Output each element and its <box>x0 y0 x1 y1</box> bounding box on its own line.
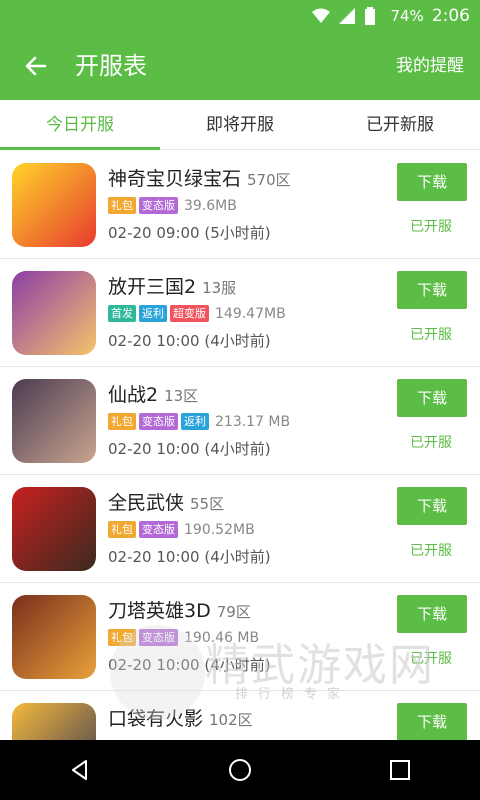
server-number: 570区 <box>247 171 291 189</box>
feature-tag: 返利 <box>139 305 167 322</box>
game-name: 仙战2 13区 <box>108 381 198 410</box>
tag-group: 礼包 变态版 39.6MB <box>108 197 237 214</box>
open-time: 02-20 10:00 (4小时前) <box>108 656 271 674</box>
game-title: 神奇宝贝绿宝石 <box>108 168 242 190</box>
game-title: 口袋有火影 <box>108 708 204 730</box>
my-reminders-button[interactable]: 我的提醒 <box>396 54 464 78</box>
server-number: 79区 <box>216 603 251 621</box>
server-number: 55区 <box>190 495 225 513</box>
download-button[interactable]: 下载 <box>397 595 467 633</box>
game-row[interactable]: 口袋有火影 102区 下载 <box>0 691 480 740</box>
game-row[interactable]: 放开三国2 13服首发 返利 超变版 149.47MB 02-20 10:00 (4小时前… <box>0 259 480 367</box>
game-icon[interactable] <box>12 271 96 355</box>
server-number: 102区 <box>209 711 253 729</box>
open-time: 02-20 09:00 (5小时前) <box>108 224 271 242</box>
download-button[interactable]: 下载 <box>397 487 467 525</box>
circle-home-icon <box>229 759 251 781</box>
download-button[interactable]: 下载 <box>397 163 467 201</box>
tag-group: 首发 返利 超变版 149.47MB <box>108 305 286 322</box>
feature-tag: 首发 <box>108 305 136 322</box>
signal-icon <box>338 7 356 25</box>
game-icon[interactable] <box>12 379 96 463</box>
game-icon[interactable] <box>12 595 96 679</box>
server-status: 已开服 <box>410 327 452 343</box>
open-time: 02-20 10:00 (4小时前) <box>108 548 271 566</box>
feature-tag: 礼包 <box>108 629 136 646</box>
game-name: 口袋有火影 102区 <box>108 705 253 734</box>
clock: 2:06 <box>431 6 470 26</box>
arrow-left-icon <box>25 56 47 76</box>
feature-tag: 变态版 <box>139 197 178 214</box>
game-title: 仙战2 <box>108 384 159 406</box>
feature-tag: 变态版 <box>139 521 178 538</box>
app-bar: 开服表 我的提醒 <box>0 32 480 100</box>
file-size: 190.52MB <box>184 521 255 538</box>
game-row[interactable]: 刀塔英雄3D 79区礼包 变态版 190.46 MB 02-20 10:00 (4小时前… <box>0 583 480 691</box>
system-nav-bar <box>0 740 480 800</box>
game-icon[interactable] <box>12 487 96 571</box>
page-title: 开服表 <box>75 52 147 80</box>
game-row[interactable]: 神奇宝贝绿宝石 570区礼包 变态版 39.6MB 02-20 09:00 (5小时前)… <box>0 151 480 259</box>
feature-tag: 返利 <box>181 413 209 430</box>
server-status: 已开服 <box>410 219 452 235</box>
game-title: 刀塔英雄3D <box>108 600 211 622</box>
tag-group: 礼包 变态版 返利 213.17 MB <box>108 413 290 430</box>
download-button[interactable]: 下载 <box>397 703 467 740</box>
open-time: 02-20 10:00 (4小时前) <box>108 440 271 458</box>
server-number: 13服 <box>202 279 237 297</box>
game-icon[interactable] <box>12 163 96 247</box>
tab-upcoming-open[interactable]: 即将开服 <box>160 100 320 149</box>
file-size: 213.17 MB <box>215 413 291 430</box>
game-row[interactable]: 仙战2 13区礼包 变态版 返利 213.17 MB 02-20 10:00 (4小时前)… <box>0 367 480 475</box>
tag-group: 礼包 变态版 190.52MB <box>108 521 255 538</box>
square-recents-icon <box>390 760 410 780</box>
nav-back-button[interactable] <box>50 740 110 800</box>
tab-bar: 今日开服 即将开服 已开新服 <box>0 100 480 150</box>
back-button[interactable] <box>20 50 52 82</box>
game-title: 放开三国2 <box>108 276 197 298</box>
tab-new-opened[interactable]: 已开新服 <box>320 100 480 149</box>
server-status: 已开服 <box>410 543 452 559</box>
game-name: 神奇宝贝绿宝石 570区 <box>108 165 291 194</box>
nav-recents-button[interactable] <box>370 740 430 800</box>
game-icon[interactable] <box>12 703 96 740</box>
feature-tag: 变态版 <box>139 413 178 430</box>
tag-group: 礼包 变态版 190.46 MB <box>108 629 259 646</box>
tab-today-open[interactable]: 今日开服 <box>0 100 160 150</box>
status-bar: 74% 2:06 <box>0 0 480 32</box>
nav-home-button[interactable] <box>210 740 270 800</box>
feature-tag: 礼包 <box>108 413 136 430</box>
download-button[interactable]: 下载 <box>397 271 467 309</box>
feature-tag: 礼包 <box>108 521 136 538</box>
server-status: 已开服 <box>410 651 452 667</box>
feature-tag: 礼包 <box>108 197 136 214</box>
file-size: 190.46 MB <box>184 629 260 646</box>
game-name: 刀塔英雄3D 79区 <box>108 597 251 626</box>
file-size: 149.47MB <box>215 305 286 322</box>
download-button[interactable]: 下载 <box>397 379 467 417</box>
triangle-back-icon <box>72 760 87 780</box>
game-title: 全民武侠 <box>108 492 185 514</box>
game-row[interactable]: 全民武侠 55区礼包 变态版 190.52MB 02-20 10:00 (4小时前) 下载… <box>0 475 480 583</box>
feature-tag: 变态版 <box>139 629 178 646</box>
open-time: 02-20 10:00 (4小时前) <box>108 332 271 350</box>
game-name: 放开三国2 13服 <box>108 273 236 302</box>
server-number: 13区 <box>164 387 199 405</box>
battery-percent: 74% <box>390 7 424 25</box>
server-list: 神奇宝贝绿宝石 570区 礼包 变态版 39.6MB 02-20 09:00 (5小时前)… <box>0 151 480 740</box>
server-status: 已开服 <box>410 435 452 451</box>
battery-icon <box>364 7 382 25</box>
file-size: 39.6MB <box>184 197 237 214</box>
game-name: 全民武侠 55区 <box>108 489 224 518</box>
wifi-icon <box>312 7 331 25</box>
feature-tag: 超变版 <box>170 305 209 322</box>
